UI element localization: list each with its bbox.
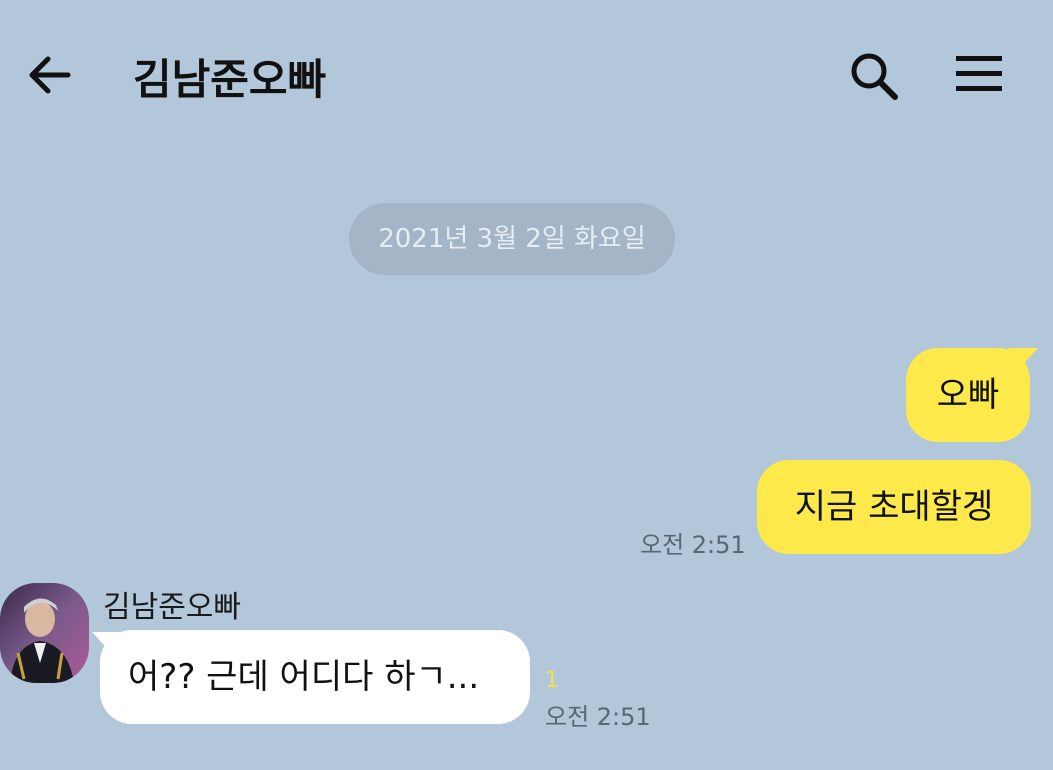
chat-header: 김남준오빠 xyxy=(0,0,1053,150)
their-message-bubble[interactable]: 어?? 근데 어디다 하ㄱ... xyxy=(100,630,530,724)
arrow-left-icon xyxy=(29,56,71,94)
sender-name: 김남준오빠 xyxy=(103,590,241,625)
hamburger-menu-icon xyxy=(956,56,1002,91)
profile-photo xyxy=(0,583,89,683)
back-button[interactable] xyxy=(24,50,74,100)
search-icon xyxy=(851,53,898,100)
message-timestamp: 오전 2:51 xyxy=(545,703,651,731)
chat-title: 김남준오빠 xyxy=(133,55,327,104)
unread-count: 1 xyxy=(545,668,559,693)
date-divider: 2021년 3월 2일 화요일 xyxy=(349,203,675,275)
my-message-bubble[interactable]: 지금 초대할겡 xyxy=(757,460,1031,554)
search-button[interactable] xyxy=(848,50,900,102)
avatar[interactable] xyxy=(0,583,89,683)
message-timestamp: 오전 2:51 xyxy=(640,531,746,559)
my-message-bubble[interactable]: 오빠 xyxy=(906,348,1030,442)
menu-button[interactable] xyxy=(952,52,1006,96)
